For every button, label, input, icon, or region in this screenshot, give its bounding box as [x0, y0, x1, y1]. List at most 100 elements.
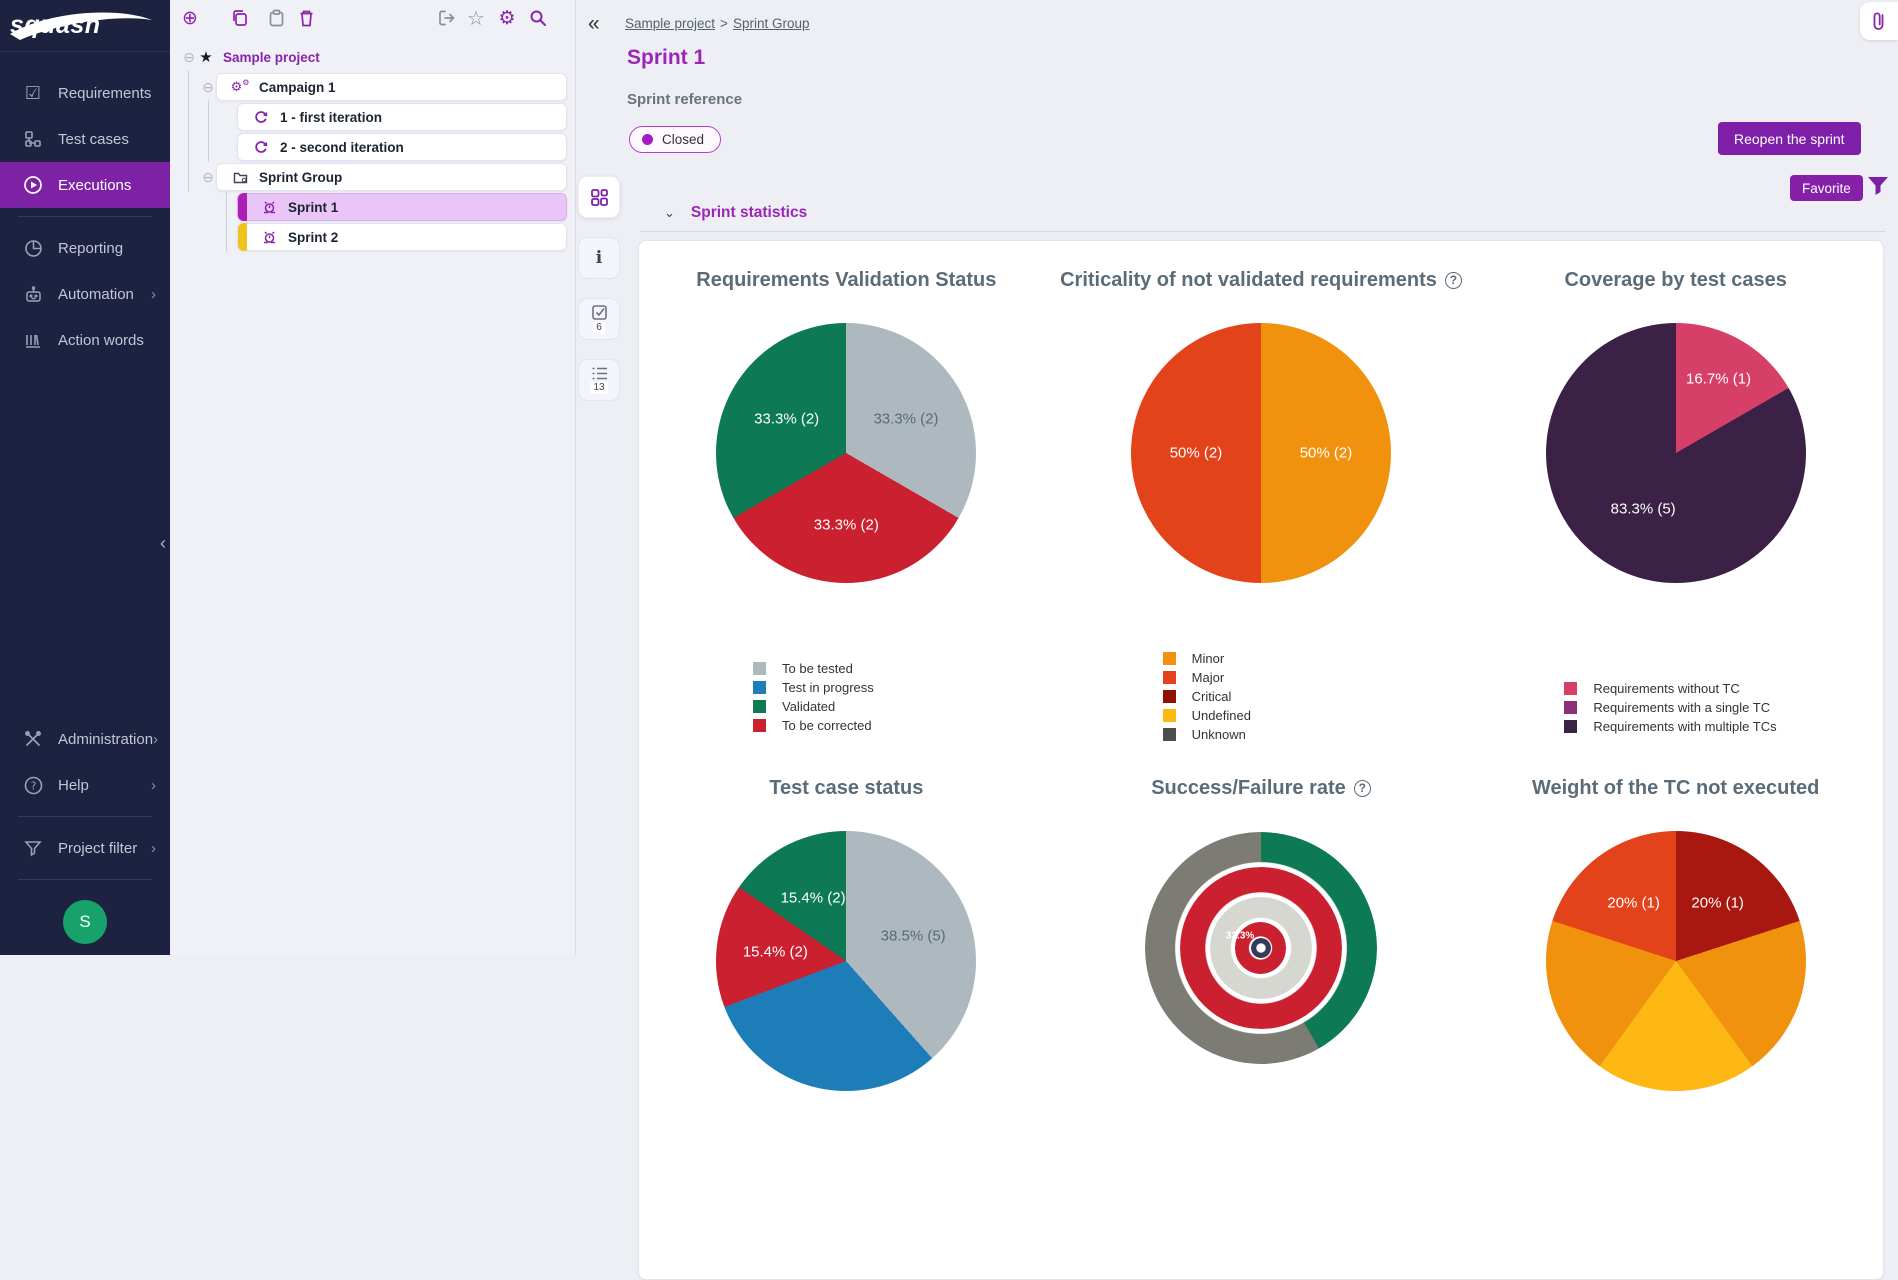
checklist-icon	[591, 304, 608, 321]
delete-icon[interactable]	[294, 6, 318, 30]
sidebar-item-administration[interactable]: Administration ›	[0, 716, 170, 762]
chevron-right-icon: ›	[153, 731, 158, 748]
tools-icon	[22, 728, 44, 750]
help-icon[interactable]: ?	[1354, 780, 1371, 797]
iteration-icon	[252, 110, 270, 124]
chart-title: Test case status	[769, 775, 923, 801]
sprint-statistics-header[interactable]: ⌄ Sprint statistics	[664, 204, 807, 222]
sidebar-item-label: Project filter	[58, 840, 137, 857]
pie-slice-label: 15.4% (2)	[743, 944, 808, 961]
executions-icon	[22, 174, 44, 196]
user-avatar[interactable]: S	[63, 900, 107, 944]
tree-project-label[interactable]: Sample project	[223, 50, 320, 65]
tree-row-campaign[interactable]: ⊖ ⚙⚙ Campaign 1	[170, 72, 575, 102]
chart-title: Coverage by test cases	[1564, 267, 1786, 293]
chart-weight-tc-not-executed: Weight of the TC not executed 20% (1)20%…	[1468, 749, 1883, 1091]
help-icon: ?	[22, 774, 44, 796]
filter-funnel-icon[interactable]	[1864, 172, 1892, 200]
tab-executions-list[interactable]: 13	[578, 359, 620, 401]
tab-test-plan[interactable]: 6	[578, 298, 620, 340]
reopen-sprint-button[interactable]: Reopen the sprint	[1718, 122, 1861, 155]
pie-slice-label: 33.3% (2)	[814, 516, 879, 533]
collapse-toggle-icon[interactable]: ⊖	[200, 79, 216, 96]
legend-swatch	[1163, 728, 1176, 741]
test-cases-icon	[22, 128, 44, 150]
tree-node-label: Sprint 2	[288, 230, 338, 245]
help-icon[interactable]: ?	[1445, 272, 1462, 289]
favorite-button[interactable]: Favorite	[1790, 175, 1863, 201]
legend-item: Validated	[753, 697, 874, 716]
sprint-color-bar	[238, 193, 247, 221]
legend-item: Minor	[1163, 649, 1251, 668]
chart-legend: Requirements without TC Requirements wit…	[1564, 679, 1776, 736]
tree-row-sprint-1[interactable]: Sprint 1	[170, 192, 575, 222]
legend-item: Requirements with a single TC	[1564, 698, 1776, 717]
status-dot-icon	[642, 134, 653, 145]
star-icon[interactable]: ☆	[464, 6, 488, 30]
sidebar-item-reporting[interactable]: Reporting	[0, 225, 170, 271]
tree-node-label: 2 - second iteration	[280, 140, 404, 155]
collapse-toggle-icon[interactable]: ⊖	[181, 49, 197, 66]
svg-text:?: ?	[30, 779, 36, 792]
chevron-right-icon: ›	[151, 840, 156, 857]
paste-icon[interactable]	[264, 6, 288, 30]
chart-legend: To be tested Test in progress Validated …	[753, 659, 874, 735]
legend-item: Unknown	[1163, 725, 1251, 744]
sidebar-item-project-filter[interactable]: Project filter ›	[0, 825, 170, 871]
tab-information[interactable]: i	[578, 237, 620, 279]
pie-weight-tc-not-executed[interactable]: 20% (1)20% (1)	[1546, 831, 1806, 1091]
sidebar-item-test-cases[interactable]: Test cases	[0, 116, 170, 162]
chart-coverage: Coverage by test cases 16.7% (1)83.3% (5…	[1468, 241, 1883, 749]
chart-title: Requirements Validation Status	[696, 267, 996, 293]
sidebar-item-requirements[interactable]: ☑ Requirements	[0, 70, 170, 116]
info-icon: i	[596, 248, 602, 268]
add-icon[interactable]: ⊕	[178, 6, 202, 30]
list-icon	[591, 366, 608, 381]
legend-item: Critical	[1163, 687, 1251, 706]
sidebar-item-help[interactable]: ? Help ›	[0, 762, 170, 808]
legend-swatch	[1163, 652, 1176, 665]
export-icon[interactable]	[434, 6, 458, 30]
chart-title: Success/Failure rate ?	[1151, 775, 1371, 801]
pie-slice-label: 16.7% (1)	[1686, 370, 1751, 387]
pie-coverage[interactable]: 16.7% (1)83.3% (5)	[1546, 323, 1806, 583]
legend-item: Undefined	[1163, 706, 1251, 725]
sunburst-success-failure[interactable]: 33.3%	[1145, 832, 1377, 1064]
pie-criticality[interactable]: 50% (2)50% (2)	[1131, 323, 1391, 583]
squash-logo[interactable]: squash	[0, 0, 170, 52]
side-rail-tabs: i 6 13	[578, 176, 620, 401]
sidebar-collapse-handle[interactable]: ‹	[160, 533, 166, 554]
attachments-tab[interactable]	[1860, 2, 1898, 40]
tree-row-project[interactable]: ⊖ ★ Sample project	[170, 42, 575, 72]
pie-slice-label: 20% (1)	[1691, 895, 1744, 912]
collapse-toggle-icon[interactable]: ⊖	[200, 169, 216, 186]
sidebar-item-automation[interactable]: Automation ›	[0, 271, 170, 317]
breadcrumb-link-project[interactable]: Sample project	[625, 16, 715, 31]
status-badge[interactable]: Closed	[629, 126, 721, 153]
collapse-tree-icon[interactable]: «	[588, 12, 600, 36]
settings-gear-icon[interactable]: ⚙	[495, 6, 519, 30]
chevron-right-icon: ›	[151, 777, 156, 794]
tree-row-sprint-group[interactable]: ⊖ Sprint Group	[170, 162, 575, 192]
tab-dashboard[interactable]	[578, 176, 620, 218]
tree-row-sprint-2[interactable]: Sprint 2	[170, 222, 575, 252]
legend-swatch	[1564, 682, 1577, 695]
tree-node-label: Campaign 1	[259, 80, 336, 95]
tree-row-iteration[interactable]: 1 - first iteration	[170, 102, 575, 132]
legend-swatch	[1564, 720, 1577, 733]
chart-title: Weight of the TC not executed	[1532, 775, 1819, 801]
sprint-group-folder-icon	[231, 171, 249, 184]
copy-icon[interactable]	[228, 6, 252, 30]
page-subtitle: Sprint reference	[627, 91, 742, 108]
sidebar-item-label: Reporting	[58, 240, 123, 257]
breadcrumb-link-sprint-group[interactable]: Sprint Group	[733, 16, 810, 31]
pie-requirements-validation-status[interactable]: 33.3% (2)33.3% (2)33.3% (2)	[716, 323, 976, 583]
sidebar-item-executions[interactable]: Executions	[0, 162, 170, 208]
sprint-icon	[260, 230, 278, 244]
search-icon[interactable]	[526, 6, 550, 30]
sidebar-item-action-words[interactable]: Action words	[0, 317, 170, 363]
tree-row-iteration[interactable]: 2 - second iteration	[170, 132, 575, 162]
chart-title: Criticality of not validated requirement…	[1060, 267, 1462, 293]
pie-test-case-status[interactable]: 38.5% (5)15.4% (2)15.4% (2)	[716, 831, 976, 1091]
tree-panel: ⊕ ☆ ⚙ ⊖ ★ Sample p	[170, 0, 576, 955]
